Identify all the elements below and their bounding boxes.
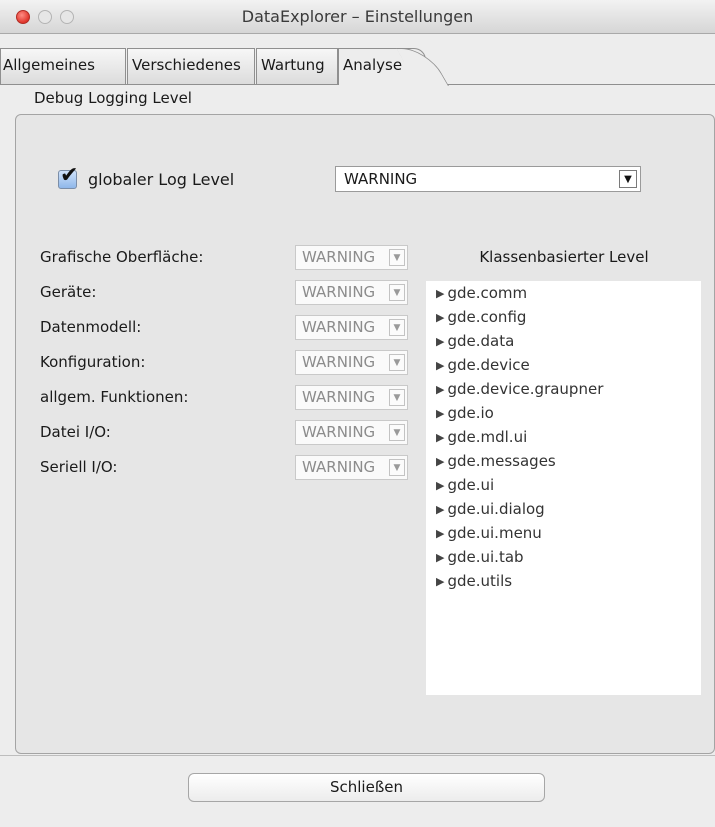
chevron-down-icon[interactable]: ▼ [389,424,405,441]
triangle-right-icon[interactable]: ▶ [436,311,444,324]
chevron-down-icon[interactable]: ▼ [389,354,405,371]
logger-level-value: WARNING [302,388,376,406]
window-title: DataExplorer – Einstellungen [241,7,474,26]
class-level-title: Klassenbasierter Level [479,248,649,266]
logger-level-value: WARNING [302,423,376,441]
global-log-level-select[interactable]: WARNING ▼ [335,166,641,192]
tab-wartung[interactable]: Wartung [256,48,338,84]
global-log-level-checkbox[interactable]: ✔ [58,165,78,189]
logger-level-select[interactable]: WARNING ▼ [295,245,408,270]
logger-level-value: WARNING [302,283,376,301]
tree-item[interactable]: ▶ gde.ui.dialog [436,500,545,518]
logger-level-select[interactable]: WARNING ▼ [295,350,408,375]
close-button[interactable]: Schließen [188,773,545,802]
tree-item[interactable]: ▶ gde.ui [436,476,494,494]
logger-label: Datei I/O: [40,423,111,441]
tree-item[interactable]: ▶ gde.data [436,332,514,350]
logger-label: Geräte: [40,283,97,301]
tree-item-label: gde.io [447,404,494,422]
logger-level-select[interactable]: WARNING ▼ [295,280,408,305]
triangle-right-icon[interactable]: ▶ [436,455,444,468]
tree-item-label: gde.comm [447,284,528,302]
triangle-right-icon[interactable]: ▶ [436,287,444,300]
tree-item-label: gde.ui.dialog [447,500,545,518]
tree-item[interactable]: ▶ gde.ui.menu [436,524,542,542]
triangle-right-icon[interactable]: ▶ [436,359,444,372]
logger-level-select[interactable]: WARNING ▼ [295,385,408,410]
chevron-down-icon[interactable]: ▼ [619,170,637,188]
logger-level-select[interactable]: WARNING ▼ [295,455,408,480]
tree-item[interactable]: ▶ gde.ui.tab [436,548,524,566]
tab-verschiedenes[interactable]: Verschiedenes [127,48,255,84]
logger-level-value: WARNING [302,318,376,336]
triangle-right-icon[interactable]: ▶ [436,335,444,348]
logger-label: Grafische Oberfläche: [40,248,204,266]
logger-level-value: WARNING [302,458,376,476]
triangle-right-icon[interactable]: ▶ [436,503,444,516]
triangle-right-icon[interactable]: ▶ [436,431,444,444]
global-log-level-label: globaler Log Level [88,170,235,189]
tree-item-label: gde.messages [447,452,556,470]
title-bar: DataExplorer – Einstellungen [0,0,715,34]
tree-item-label: gde.device.graupner [447,380,604,398]
tree-item-label: gde.data [447,332,515,350]
separator [0,755,715,756]
tree-item[interactable]: ▶ gde.device [436,356,530,374]
triangle-right-icon[interactable]: ▶ [436,383,444,396]
global-log-level-value: WARNING [344,170,418,188]
tree-item-label: gde.ui.tab [447,548,524,566]
triangle-right-icon[interactable]: ▶ [436,575,444,588]
tree-item[interactable]: ▶ gde.messages [436,452,556,470]
logger-label: allgem. Funktionen: [40,388,189,406]
chevron-down-icon[interactable]: ▼ [389,389,405,406]
tree-item[interactable]: ▶ gde.config [436,308,526,326]
tree-item[interactable]: ▶ gde.device.graupner [436,380,603,398]
triangle-right-icon[interactable]: ▶ [436,407,444,420]
chevron-down-icon[interactable]: ▼ [389,284,405,301]
tab-bar: Allgemeines Verschiedenes Wartung Analys… [0,48,715,85]
logger-level-value: WARNING [302,248,376,266]
chevron-down-icon[interactable]: ▼ [389,459,405,476]
tree-item-label: gde.utils [447,572,513,590]
tree-item-label: gde.ui [447,476,495,494]
tree-item[interactable]: ▶ gde.comm [436,284,527,302]
tree-item-label: gde.config [447,308,527,326]
tab-analyse[interactable]: Analyse [338,48,426,85]
checkmark-icon: ✔ [60,163,79,188]
tree-item-label: gde.mdl.ui [447,428,528,446]
tab-allgemeines[interactable]: Allgemeines [0,48,126,84]
tree-item[interactable]: ▶ gde.mdl.ui [436,428,527,446]
triangle-right-icon[interactable]: ▶ [436,479,444,492]
tree-item-label: gde.ui.menu [447,524,542,542]
chevron-down-icon[interactable]: ▼ [389,319,405,336]
group-title: Debug Logging Level [34,89,192,107]
class-level-tree[interactable]: ▶ gde.comm ▶ gde.config ▶ gde.data ▶ gde.device… [426,281,701,695]
logger-label: Konfiguration: [40,353,146,371]
triangle-right-icon[interactable]: ▶ [436,527,444,540]
triangle-right-icon[interactable]: ▶ [436,551,444,564]
logger-label: Seriell I/O: [40,458,118,476]
logger-label: Datenmodell: [40,318,142,336]
tree-item-label: gde.device [447,356,530,374]
logger-level-select[interactable]: WARNING ▼ [295,420,408,445]
logger-level-select[interactable]: WARNING ▼ [295,315,408,340]
tree-item[interactable]: ▶ gde.utils [436,572,512,590]
logger-level-value: WARNING [302,353,376,371]
chevron-down-icon[interactable]: ▼ [389,249,405,266]
tree-item[interactable]: ▶ gde.io [436,404,494,422]
